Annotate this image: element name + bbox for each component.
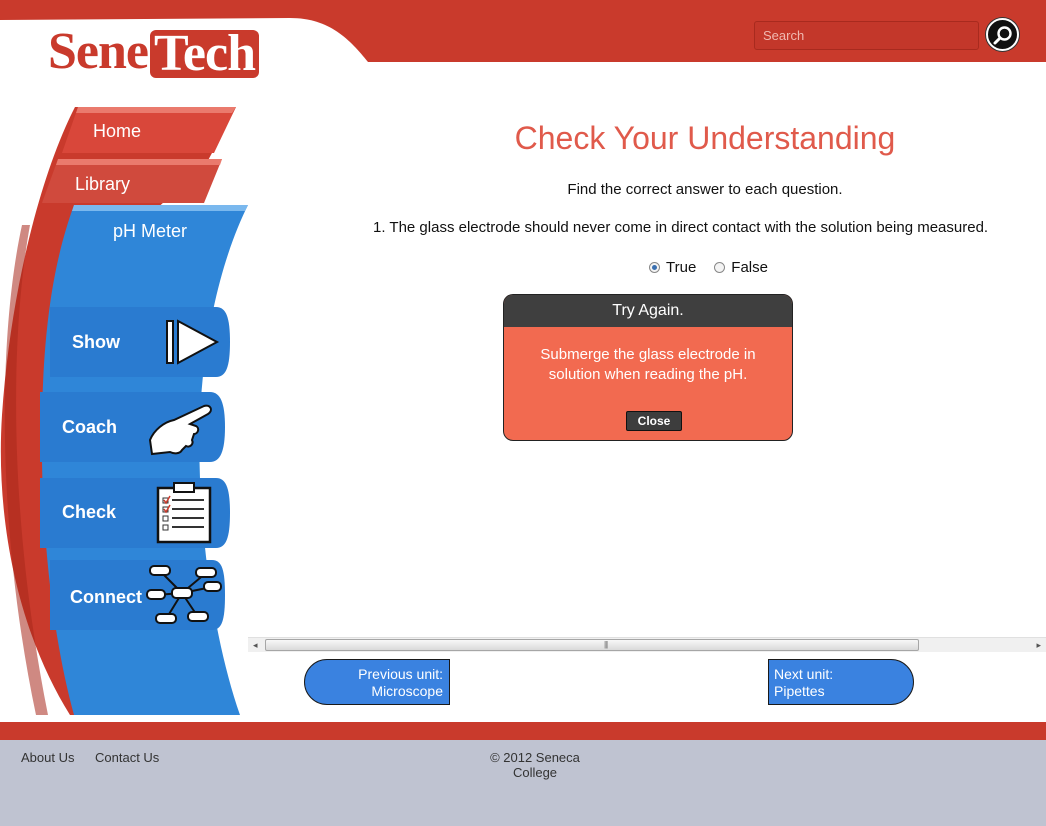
copyright-text: © 2012 Seneca College [470, 750, 600, 780]
coach-label: Coach [62, 417, 118, 437]
page-title: Check Your Understanding [514, 120, 896, 156]
search-button[interactable] [986, 18, 1019, 51]
pointing-hand-icon [148, 404, 212, 456]
footer-accent-bar [0, 722, 1046, 740]
mind-map-icon [146, 565, 222, 624]
nav-check-button[interactable]: Check [30, 476, 230, 550]
scroll-left-icon[interactable]: ◂ [253, 640, 258, 651]
answer-false-option[interactable]: False [714, 259, 768, 276]
footer: About Us Contact Us © 2012 Seneca Colleg… [0, 740, 1046, 826]
nav-coach-button[interactable]: Coach [30, 390, 225, 464]
footer-about-link[interactable]: About Us [21, 750, 74, 765]
nav-home[interactable]: Home [93, 121, 141, 142]
scroll-right-icon[interactable]: ▸ [1036, 640, 1041, 651]
answer-true-label: True [666, 259, 697, 276]
feedback-dialog: Try Again. Submerge the glass electrode … [503, 294, 793, 441]
page: Sene Tech Home Library pH Meter Show [0, 0, 1046, 826]
check-label: Check [62, 502, 117, 522]
answer-true-option[interactable]: True [649, 259, 696, 276]
nav-show-button[interactable]: Show [40, 305, 230, 379]
scrollbar-thumb[interactable]: ||| [265, 639, 919, 651]
connect-label: Connect [70, 587, 142, 607]
previous-unit-name: Microscope [371, 683, 443, 699]
site-logo[interactable]: Sene Tech [48, 22, 259, 82]
answer-false-label: False [731, 259, 768, 276]
logo-text-secondary: Tech [154, 25, 256, 82]
nav-library[interactable]: Library [75, 174, 130, 195]
logo-text-primary: Sene [48, 23, 149, 80]
close-button[interactable]: Close [626, 411, 682, 431]
answer-options: True False [649, 259, 768, 276]
search-icon [993, 25, 1012, 44]
dialog-message: Submerge the glass electrode in solution… [540, 346, 756, 383]
show-label: Show [72, 332, 120, 352]
nav-section-title: pH Meter [113, 221, 188, 241]
radio-true[interactable] [649, 262, 660, 273]
question-text: 1. The glass electrode should never come… [373, 219, 989, 236]
dialog-title: Try Again. [504, 295, 792, 327]
next-unit-button[interactable]: Next unit: Pipettes [768, 659, 914, 705]
previous-unit-caption: Previous unit: [358, 666, 443, 682]
nav-connect-button[interactable]: Connect [40, 558, 225, 632]
logo-text-box: Tech [150, 25, 259, 82]
play-icon [166, 319, 220, 365]
radio-false[interactable] [714, 262, 726, 273]
footer-contact-link[interactable]: Contact Us [95, 750, 159, 765]
copyright-line-1: © 2012 Seneca [490, 750, 580, 765]
next-unit-caption: Next unit: [774, 666, 834, 682]
copyright-line-2: College [512, 765, 558, 780]
instructions-text: Find the correct answer to each question… [567, 181, 843, 198]
next-unit-name: Pipettes [774, 683, 825, 699]
search-input[interactable] [754, 21, 979, 50]
grip-icon: ||| [604, 640, 608, 649]
horizontal-scrollbar[interactable]: ◂ ||| ▸ [248, 637, 1046, 652]
checklist-icon [156, 482, 212, 544]
previous-unit-button[interactable]: Previous unit: Microscope [304, 659, 450, 705]
